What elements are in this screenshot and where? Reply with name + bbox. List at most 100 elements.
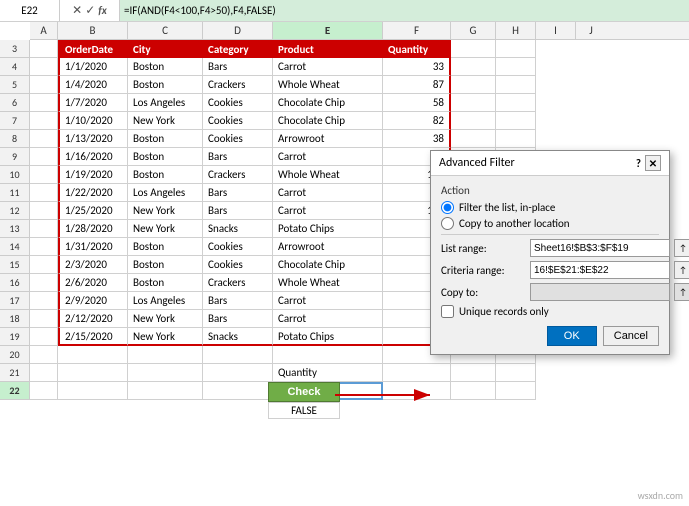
row-num-14[interactable]: 14	[0, 238, 30, 256]
cell-e9[interactable]: Carrot	[273, 148, 383, 166]
cell-e21[interactable]: Quantity	[273, 364, 383, 382]
cell-a15[interactable]	[30, 256, 58, 274]
cell-c3[interactable]: City	[128, 40, 203, 58]
cell-b13[interactable]: 1/28/2020	[58, 220, 128, 238]
cell-b21[interactable]	[58, 364, 128, 382]
cell-b14[interactable]: 1/31/2020	[58, 238, 128, 256]
cell-e12[interactable]: Carrot	[273, 202, 383, 220]
cell-a20[interactable]	[30, 346, 58, 364]
cell-f4[interactable]: 33	[383, 58, 451, 76]
cell-c4[interactable]: Boston	[128, 58, 203, 76]
row-num-9[interactable]: 9	[0, 148, 30, 166]
cell-f7[interactable]: 82	[383, 112, 451, 130]
cell-c21[interactable]	[128, 364, 203, 382]
row-num-13[interactable]: 13	[0, 220, 30, 238]
cell-a7[interactable]	[30, 112, 58, 130]
cell-c9[interactable]: Boston	[128, 148, 203, 166]
cell-e3[interactable]: Product	[273, 40, 383, 58]
cell-f21[interactable]	[383, 364, 451, 382]
dialog-question-icon[interactable]: ?	[636, 157, 641, 170]
cell-h8[interactable]	[496, 130, 536, 148]
col-header-i[interactable]: I	[536, 22, 576, 39]
cell-b5[interactable]: 1/4/2020	[58, 76, 128, 94]
dialog-close-button[interactable]: ✕	[645, 155, 661, 171]
cell-a3[interactable]	[30, 40, 58, 58]
col-header-h[interactable]: H	[496, 22, 536, 39]
filter-inplace-radio[interactable]	[441, 201, 454, 214]
criteria-range-picker-button[interactable]: ↑	[674, 261, 689, 279]
cell-d5[interactable]: Crackers	[203, 76, 273, 94]
cell-a6[interactable]	[30, 94, 58, 112]
col-header-c[interactable]: C	[128, 22, 203, 39]
row-num-4[interactable]: 4	[0, 58, 30, 76]
copy-to-input[interactable]	[530, 283, 670, 301]
row-num-15[interactable]: 15	[0, 256, 30, 274]
row-num-3[interactable]: 3	[0, 40, 30, 58]
confirm-formula-icon[interactable]: ✓	[85, 3, 95, 18]
list-range-input[interactable]	[530, 239, 670, 257]
cell-c8[interactable]: Boston	[128, 130, 203, 148]
cell-c17[interactable]: Los Angeles	[128, 292, 203, 310]
cell-g5[interactable]	[451, 76, 496, 94]
col-header-a[interactable]: A	[30, 22, 58, 39]
cell-e4[interactable]: Carrot	[273, 58, 383, 76]
cell-b10[interactable]: 1/19/2020	[58, 166, 128, 184]
cell-a17[interactable]	[30, 292, 58, 310]
row-num-19[interactable]: 19	[0, 328, 30, 346]
cell-e14[interactable]: Arrowroot	[273, 238, 383, 256]
row-num-22[interactable]: 22	[0, 382, 30, 400]
cell-a12[interactable]	[30, 202, 58, 220]
cell-d10[interactable]: Crackers	[203, 166, 273, 184]
cell-h3[interactable]	[496, 40, 536, 58]
cell-c16[interactable]: Boston	[128, 274, 203, 292]
cell-f6[interactable]: 58	[383, 94, 451, 112]
cell-b18[interactable]: 2/12/2020	[58, 310, 128, 328]
cell-d15[interactable]: Cookies	[203, 256, 273, 274]
cell-a13[interactable]	[30, 220, 58, 238]
cell-b12[interactable]: 1/25/2020	[58, 202, 128, 220]
cell-b16[interactable]: 2/6/2020	[58, 274, 128, 292]
cell-b8[interactable]: 1/13/2020	[58, 130, 128, 148]
cell-h6[interactable]	[496, 94, 536, 112]
row-num-12[interactable]: 12	[0, 202, 30, 220]
cell-a4[interactable]	[30, 58, 58, 76]
cell-b22[interactable]	[58, 382, 128, 400]
cell-h21[interactable]	[496, 364, 536, 382]
cell-d12[interactable]: Bars	[203, 202, 273, 220]
cell-a11[interactable]	[30, 184, 58, 202]
cell-d11[interactable]: Bars	[203, 184, 273, 202]
cell-b11[interactable]: 1/22/2020	[58, 184, 128, 202]
cell-d8[interactable]: Cookies	[203, 130, 273, 148]
cell-g8[interactable]	[451, 130, 496, 148]
cell-c14[interactable]: Boston	[128, 238, 203, 256]
cell-d17[interactable]: Bars	[203, 292, 273, 310]
cell-b6[interactable]: 1/7/2020	[58, 94, 128, 112]
cell-a5[interactable]	[30, 76, 58, 94]
criteria-range-input[interactable]	[530, 261, 670, 279]
unique-records-checkbox[interactable]	[441, 305, 454, 318]
row-num-17[interactable]: 17	[0, 292, 30, 310]
cell-d13[interactable]: Snacks	[203, 220, 273, 238]
col-header-d[interactable]: D	[203, 22, 273, 39]
cell-c5[interactable]: Boston	[128, 76, 203, 94]
cell-h7[interactable]	[496, 112, 536, 130]
cell-b19[interactable]: 2/15/2020	[58, 328, 128, 346]
ok-button[interactable]: OK	[547, 326, 597, 346]
cell-c22[interactable]	[128, 382, 203, 400]
cell-c11[interactable]: Los Angeles	[128, 184, 203, 202]
cell-d14[interactable]: Cookies	[203, 238, 273, 256]
cell-e7[interactable]: Chocolate Chip	[273, 112, 383, 130]
row-num-20[interactable]: 20	[0, 346, 30, 364]
cell-a10[interactable]	[30, 166, 58, 184]
row-num-21[interactable]: 21	[0, 364, 30, 382]
cell-a9[interactable]	[30, 148, 58, 166]
col-header-b[interactable]: B	[58, 22, 128, 39]
cell-c20[interactable]	[128, 346, 203, 364]
row-num-6[interactable]: 6	[0, 94, 30, 112]
cell-e18[interactable]: Carrot	[273, 310, 383, 328]
cell-d19[interactable]: Snacks	[203, 328, 273, 346]
row-num-8[interactable]: 8	[0, 130, 30, 148]
cell-a14[interactable]	[30, 238, 58, 256]
cell-e5[interactable]: Whole Wheat	[273, 76, 383, 94]
cell-d18[interactable]: Bars	[203, 310, 273, 328]
